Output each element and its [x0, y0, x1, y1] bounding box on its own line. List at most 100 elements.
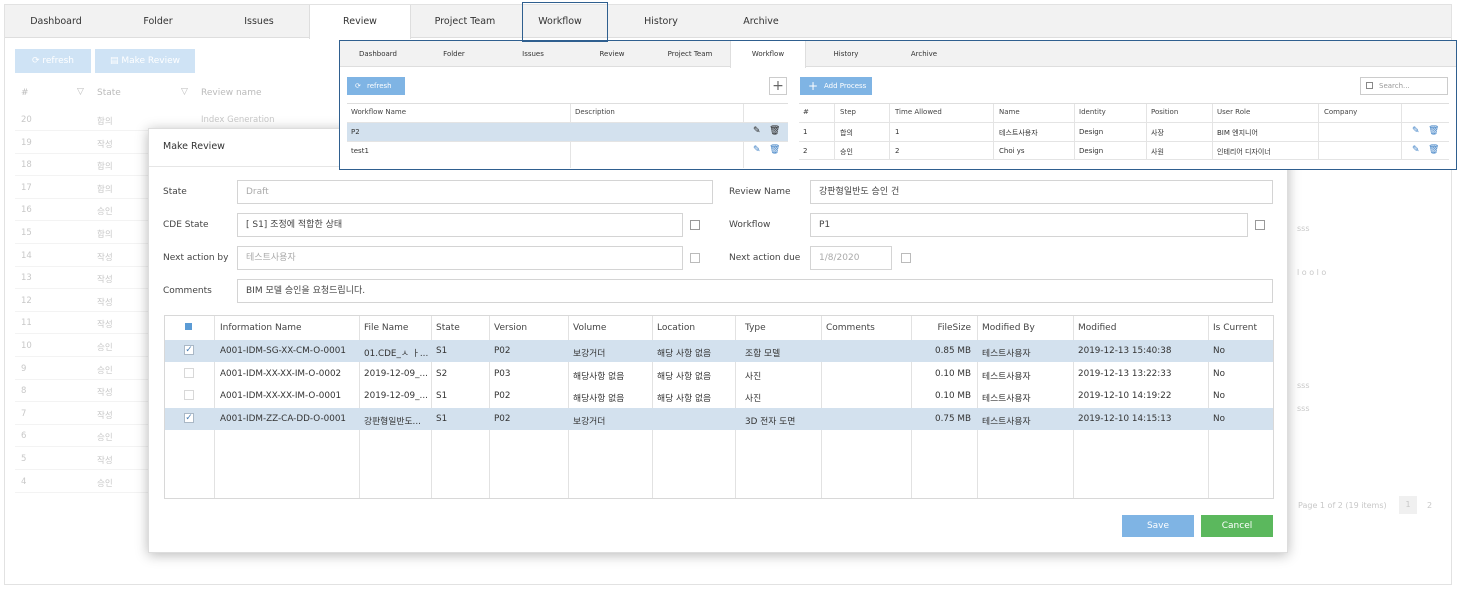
col-is-current[interactable]: Is Current	[1213, 323, 1257, 333]
next-action-by-checkbox[interactable]	[690, 253, 700, 263]
col-location[interactable]: Location	[657, 323, 695, 333]
workflow-picker-checkbox[interactable]	[1255, 220, 1265, 230]
bg-make-review-button[interactable]: ▤ Make Review	[95, 49, 195, 73]
table-row[interactable]: ✓ A001-IDM-SG-XX-CM-O-0001 01.CDE_ㅅ ㅏ... S1…	[165, 340, 1273, 362]
tab-review[interactable]: Review	[309, 5, 411, 39]
cell-current: No	[1213, 368, 1225, 379]
col-comments[interactable]: Comments	[826, 323, 875, 333]
cell-volume: 해당사항 없음	[573, 371, 625, 382]
row-checkbox[interactable]: ✓	[184, 345, 194, 355]
wf-refresh-label: refresh	[367, 82, 392, 90]
cancel-button[interactable]: Cancel	[1201, 515, 1273, 537]
filter-icon[interactable]: ▽	[77, 87, 84, 97]
col-modified-by[interactable]: Modified By	[982, 323, 1035, 333]
cell-file: 01.CDE_ㅅ ㅏ...	[364, 349, 428, 359]
pencil-icon[interactable]: ✎	[1412, 145, 1420, 155]
cell-volume: 보강거더	[573, 416, 606, 427]
page-1-button[interactable]: 1	[1399, 496, 1417, 514]
comments-field[interactable]: BIM 모델 승인을 요청드립니다.	[237, 279, 1273, 303]
wf-tab-history[interactable]: History	[808, 41, 884, 67]
wf-tab-project-team[interactable]: Project Team	[652, 41, 728, 67]
bg-col-name: Review name	[201, 88, 262, 98]
col-identity[interactable]: Identity	[1079, 108, 1106, 116]
trash-icon[interactable]: 🗑	[1428, 145, 1439, 155]
trash-icon[interactable]: 🗑	[769, 145, 780, 155]
search-input[interactable]: Search...	[1360, 77, 1448, 95]
search-placeholder: Search...	[1379, 82, 1410, 90]
col-information-name[interactable]: Information Name	[220, 323, 302, 333]
wf-refresh-button[interactable]: ⟳ refresh	[347, 77, 405, 95]
cell-type: 사진	[745, 371, 762, 382]
tab-folder[interactable]: Folder	[107, 5, 209, 38]
trash-icon[interactable]: 🗑	[1428, 126, 1439, 136]
col-number[interactable]: #	[803, 108, 809, 116]
table-row[interactable]: A001-IDM-XX-XX-IM-O-0001 2019-12-09_... S1…	[165, 385, 1273, 407]
state-field[interactable]: Draft	[237, 180, 713, 204]
wf-tab-folder[interactable]: Folder	[416, 41, 492, 67]
bg-cell-no: 8	[21, 386, 27, 397]
pencil-icon[interactable]: ✎	[1412, 126, 1420, 136]
pencil-icon[interactable]: ✎	[753, 145, 761, 155]
col-volume[interactable]: Volume	[573, 323, 606, 333]
wf-tab-issues[interactable]: Issues	[495, 41, 571, 67]
tab-history[interactable]: History	[611, 5, 711, 38]
comments-label: Comments	[163, 286, 212, 296]
tab-issues[interactable]: Issues	[209, 5, 309, 38]
cell-modified: 2019-12-10 14:19:22	[1078, 391, 1172, 401]
col-step[interactable]: Step	[840, 108, 856, 116]
workflow-field[interactable]: P1	[810, 213, 1248, 237]
workflow-panel-callout: Dashboard Folder Issues Review Project T…	[339, 40, 1457, 170]
col-description[interactable]: Description	[575, 108, 615, 116]
cell-volume: 보강거더	[573, 349, 606, 359]
add-process-button[interactable]: + Add Process	[800, 77, 872, 95]
table-row[interactable]: P2 ✎ 🗑	[347, 123, 788, 141]
wf-tab-dashboard[interactable]: Dashboard	[340, 41, 416, 67]
col-name[interactable]: Name	[999, 108, 1020, 116]
add-workflow-button[interactable]: +	[769, 77, 787, 95]
next-action-due-checkbox[interactable]	[901, 253, 911, 263]
next-action-by-field[interactable]: 테스트사용자	[237, 246, 683, 270]
tab-dashboard[interactable]: Dashboard	[5, 5, 107, 38]
col-company[interactable]: Company	[1324, 108, 1357, 116]
row-checkbox[interactable]	[184, 367, 194, 378]
cell-type: 사진	[745, 394, 762, 404]
col-filesize[interactable]: FileSize	[915, 323, 971, 333]
cde-state-picker-checkbox[interactable]	[690, 220, 700, 230]
select-all-checkbox[interactable]	[185, 323, 192, 330]
row-checkbox[interactable]: ✓	[184, 412, 194, 423]
tab-project-team[interactable]: Project Team	[411, 5, 519, 38]
col-state[interactable]: State	[436, 323, 460, 333]
wf-tab-workflow[interactable]: Workflow	[730, 41, 806, 68]
col-workflow-name[interactable]: Workflow Name	[351, 108, 406, 116]
col-position[interactable]: Position	[1151, 108, 1178, 116]
col-time-allowed[interactable]: Time Allowed	[895, 108, 942, 116]
table-row[interactable]: test1 ✎ 🗑	[347, 142, 788, 160]
bg-cell-no: 6	[21, 431, 27, 442]
col-type[interactable]: Type	[745, 323, 766, 333]
col-file-name[interactable]: File Name	[364, 323, 408, 333]
wf-tab-archive[interactable]: Archive	[886, 41, 962, 67]
page-2-button[interactable]: 2	[1427, 501, 1432, 510]
cde-state-field[interactable]: [ S1] 조정에 적합한 상태	[237, 213, 683, 237]
workflow-name-cell: test1	[351, 147, 369, 155]
bg-refresh-button[interactable]: ⟳ refresh	[15, 49, 91, 73]
col-modified[interactable]: Modified	[1078, 323, 1116, 333]
time-allowed-cell: 1	[895, 128, 900, 136]
wf-tab-review[interactable]: Review	[574, 41, 650, 67]
table-row[interactable]: ✓ A001-IDM-ZZ-CA-DD-O-0001 강판형일반도... S1 P02 보…	[165, 407, 1273, 430]
cell-type: 조합 모델	[745, 349, 781, 359]
row-checkbox[interactable]	[184, 390, 194, 400]
table-row[interactable]: 1 합의 1 테스트사용자 Design 사장 BIM 엔지니어 ✎ 🗑	[799, 123, 1449, 141]
table-row[interactable]: 2 승인 2 Choi ys Design 사원 인테리어 디자이너 ✎ 🗑	[799, 142, 1449, 160]
col-user-role[interactable]: User Role	[1217, 108, 1250, 116]
next-action-due-field[interactable]: 1/8/2020	[810, 246, 892, 270]
cell-file: 2019-12-09_...	[364, 391, 428, 401]
review-name-field[interactable]: 강판형일반도 승인 건	[810, 180, 1273, 204]
pencil-icon[interactable]: ✎	[753, 126, 761, 136]
save-button[interactable]: Save	[1122, 515, 1194, 537]
col-version[interactable]: Version	[494, 323, 527, 333]
filter-icon[interactable]: ▽	[181, 87, 188, 97]
trash-icon[interactable]: 🗑	[769, 126, 780, 136]
table-row[interactable]: A001-IDM-XX-XX-IM-O-0002 2019-12-09_... S2…	[165, 363, 1273, 385]
tab-archive[interactable]: Archive	[711, 5, 811, 38]
